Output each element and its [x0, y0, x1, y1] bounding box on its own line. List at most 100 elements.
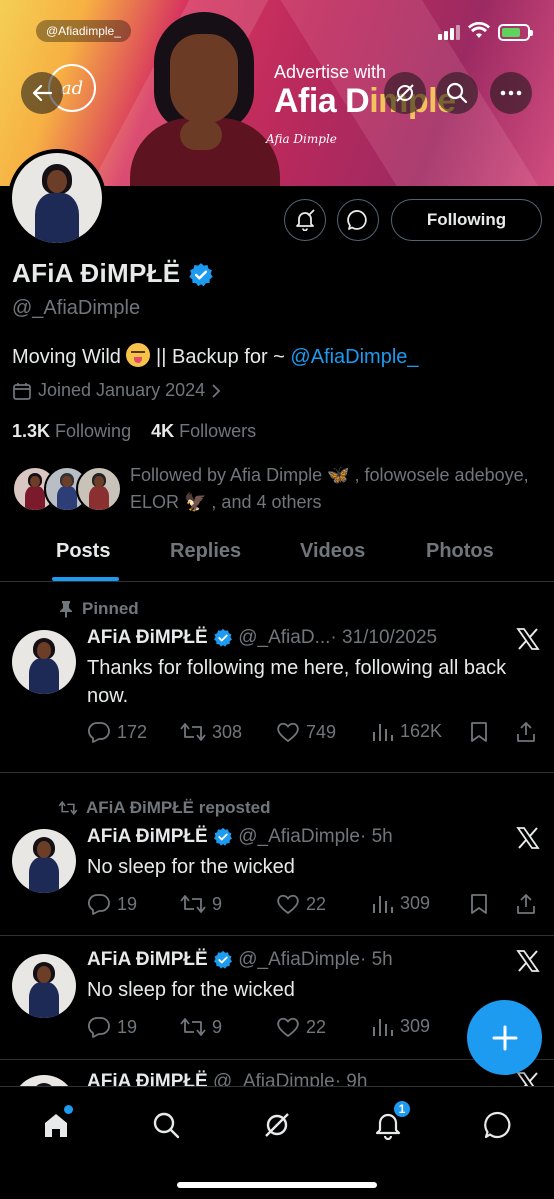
pin-icon: [60, 601, 72, 618]
notification-badge: 1: [392, 1099, 412, 1119]
followers-stat[interactable]: 4K Followers: [151, 421, 256, 441]
profile-handle: @_AfiaDimple: [12, 297, 141, 319]
tweet-header: AFiA ĐiMPŁË @_AfiaDimple· 5h: [87, 826, 393, 848]
nav-grok[interactable]: [257, 1105, 297, 1145]
joined-date[interactable]: Joined January 2024: [12, 380, 221, 401]
share-icon: [517, 894, 535, 914]
reply-icon: [87, 722, 110, 743]
share-icon: [517, 722, 535, 742]
joined-text: Joined January 2024: [38, 380, 206, 400]
repost-button[interactable]: 308: [180, 721, 242, 743]
repost-button[interactable]: 9: [180, 1016, 222, 1038]
unread-dot: [64, 1105, 73, 1114]
bookmark-button[interactable]: [469, 893, 489, 915]
tweet-author-handle: @_AfiaDimple: [238, 826, 360, 847]
share-button[interactable]: [515, 893, 537, 915]
tweet-time: · 5h: [359, 826, 393, 847]
following-stat[interactable]: 1.3K Following: [12, 421, 131, 441]
bio-mention-link[interactable]: @AfiaDimple_: [290, 346, 418, 368]
avatar[interactable]: [12, 829, 76, 893]
home-icon: [45, 1114, 67, 1137]
notifications-toggle-button[interactable]: [284, 199, 326, 241]
tab-posts[interactable]: Posts: [56, 540, 110, 563]
tab-videos[interactable]: Videos: [300, 540, 365, 563]
followed-by[interactable]: Followed by Afia Dimple 🦋 , folowosele a…: [12, 462, 542, 518]
tweet-author-name[interactable]: AFiA ĐiMPŁË: [87, 1071, 208, 1086]
repost-count: 9: [212, 893, 223, 914]
repost-count: 308: [212, 721, 243, 742]
reply-icon: [87, 1017, 110, 1038]
bio-text: || Backup for ~: [156, 346, 285, 368]
views-button[interactable]: 309: [372, 1016, 430, 1037]
nav-home[interactable]: [36, 1105, 76, 1145]
tweet-author-name[interactable]: AFiA ĐiMPŁË: [87, 949, 208, 970]
like-button[interactable]: 22: [276, 1016, 326, 1038]
following-button[interactable]: Following: [391, 199, 542, 241]
repost-button[interactable]: 9: [180, 893, 222, 915]
tweet-header: AFiA ĐiMPŁË @_AfiaDimple· 5h: [87, 949, 393, 971]
banner-name-part: Afia D: [274, 82, 370, 120]
x-logo-icon: [516, 1072, 538, 1086]
back-button[interactable]: [21, 72, 63, 114]
profile-avatar[interactable]: [8, 149, 106, 247]
tweet-author-name[interactable]: AFiA ĐiMPŁË: [87, 627, 208, 648]
calendar-icon: [13, 382, 31, 400]
squinting-tongue-emoji-icon: [126, 343, 151, 367]
grok-icon: [396, 84, 414, 102]
tweet-author-handle: @_AfiaDimple: [238, 949, 360, 970]
reply-button[interactable]: 172: [87, 721, 147, 743]
reply-count: 19: [117, 1016, 138, 1037]
message-button[interactable]: [337, 199, 379, 241]
verified-badge-icon[interactable]: [188, 262, 214, 288]
tweet-context: Pinned: [58, 599, 139, 619]
chat-bubble-icon: [347, 210, 367, 230]
tweet-context: AFiA ĐiMPŁË reposted: [58, 798, 271, 818]
tweet[interactable]: AFiA ĐiMPŁË reposted AFiA ĐiMPŁË @_AfiaD…: [0, 773, 554, 936]
share-button[interactable]: [515, 721, 537, 743]
search-icon: [153, 1112, 180, 1139]
chat-bubble-icon: [484, 1111, 511, 1139]
grok-button[interactable]: [384, 72, 426, 114]
views-button[interactable]: 309: [372, 893, 430, 914]
compose-button[interactable]: [467, 1000, 542, 1075]
profile-tabs: Posts Replies Videos Photos: [0, 530, 554, 582]
nav-search[interactable]: [146, 1105, 186, 1145]
search-button[interactable]: [436, 72, 478, 114]
tweet-text: Thanks for following me here, following …: [87, 657, 507, 707]
avatar[interactable]: [12, 630, 76, 694]
like-count: 22: [306, 893, 327, 914]
tweet-context-label: Pinned: [82, 599, 139, 618]
tweet[interactable]: AFiA ĐiMPŁË @_AfiaDimple· 9h: [0, 1061, 554, 1086]
views-button[interactable]: 162K: [372, 721, 442, 742]
view-count: 162K: [400, 721, 443, 741]
reply-button[interactable]: 19: [87, 1016, 137, 1038]
like-button[interactable]: 22: [276, 893, 326, 915]
reply-count: 19: [117, 893, 138, 914]
tweet-text: No sleep for the wicked: [87, 979, 295, 1001]
bio-text: Moving Wild: [12, 346, 121, 368]
reply-icon: [87, 894, 110, 915]
tweet-author-handle: @_AfiaD...: [238, 627, 331, 648]
followers-label: Followers: [179, 421, 257, 441]
tweet[interactable]: Pinned AFiA ĐiMPŁË @_AfiaD...· 31/10/202…: [0, 583, 554, 773]
bookmark-button[interactable]: [469, 721, 489, 743]
status-bar: @Afiadimple_: [0, 14, 554, 50]
bookmark-icon: [471, 894, 487, 914]
tab-replies[interactable]: Replies: [170, 540, 241, 563]
avatar[interactable]: [12, 954, 76, 1018]
like-button[interactable]: 749: [276, 721, 336, 743]
x-logo-icon: [516, 950, 540, 972]
repost-count: 9: [212, 1016, 223, 1037]
tweet-actions: 19 9 22 309: [87, 893, 542, 919]
tab-photos[interactable]: Photos: [426, 540, 494, 563]
more-button[interactable]: [490, 72, 532, 114]
verified-badge-icon: [213, 827, 232, 846]
nav-messages[interactable]: [478, 1105, 518, 1145]
tweet-author-name[interactable]: AFiA ĐiMPŁË: [87, 826, 208, 847]
banner-ad-name: Afia Dimple: [274, 82, 456, 121]
chevron-right-icon: [212, 383, 221, 398]
avatar[interactable]: [12, 1075, 76, 1086]
tweet-time: · 5h: [359, 949, 393, 970]
reply-button[interactable]: 19: [87, 893, 137, 915]
nav-notifications[interactable]: 1: [368, 1099, 412, 1145]
